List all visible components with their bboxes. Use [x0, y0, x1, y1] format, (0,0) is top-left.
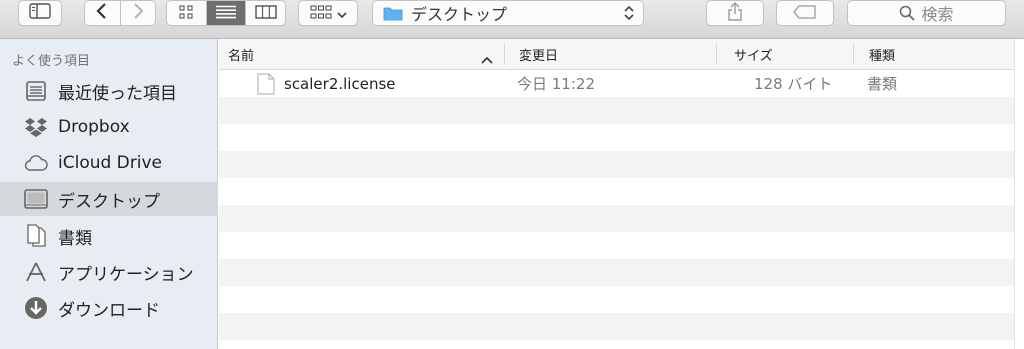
empty-row	[219, 313, 1014, 340]
sidebar-toggle-button[interactable]	[18, 0, 62, 26]
search-icon	[899, 5, 916, 21]
dropbox-icon	[23, 114, 49, 140]
sidebar: よく使う項目 最近使った項目 Dropbox iCloud Drive デスクト…	[0, 39, 218, 349]
chevron-down-icon	[336, 4, 347, 23]
icon-view-button[interactable]	[167, 1, 207, 25]
grid-icon	[179, 4, 193, 23]
empty-row	[219, 340, 1014, 349]
file-modified: 今日 11:22	[517, 75, 595, 93]
sidebar-item-label: 最近使った項目	[58, 83, 177, 104]
empty-row	[219, 205, 1014, 232]
file-kind: 書類	[867, 75, 898, 93]
empty-row	[219, 232, 1014, 259]
sidebar-item-label: iCloud Drive	[58, 153, 163, 173]
sidebar-item-label: ダウンロード	[58, 300, 160, 321]
tag-icon	[793, 4, 817, 23]
toolbar: デスクトップ 検索	[0, 0, 1024, 39]
cloud-icon	[23, 150, 49, 176]
file-name: scaler2.license	[284, 74, 396, 93]
arrange-icon	[310, 4, 332, 23]
arrange-menu-button[interactable]	[298, 0, 358, 26]
folder-icon	[383, 5, 403, 21]
empty-row	[219, 124, 1014, 151]
column-header-name-label: 名前	[228, 48, 255, 64]
location-popup[interactable]: デスクトップ	[372, 0, 644, 26]
tag-button[interactable]	[776, 0, 834, 26]
recent-items-icon	[23, 78, 49, 104]
file-size: 128 バイト	[754, 75, 833, 93]
column-header-modified[interactable]: 変更日	[519, 39, 558, 69]
list-icon	[216, 4, 236, 23]
column-header-kind[interactable]: 種類	[869, 39, 895, 69]
back-button[interactable]	[85, 1, 121, 25]
sidebar-item-label: デスクトップ	[58, 191, 160, 212]
file-list: 名前 変更日 サイズ 種類 scaler2.license 今日 11:22 1…	[219, 39, 1014, 349]
table-row[interactable]: scaler2.license 今日 11:22 128 バイト 書類	[219, 70, 1014, 97]
empty-row	[219, 286, 1014, 313]
sidebar-item-dropbox[interactable]: Dropbox	[0, 110, 218, 144]
view-mode-control	[166, 0, 286, 26]
sidebar-item-downloads[interactable]: ダウンロード	[0, 291, 218, 325]
location-label: デスクトップ	[411, 5, 508, 24]
downloads-icon	[23, 295, 49, 321]
column-header-row: 名前 変更日 サイズ 種類	[219, 39, 1014, 70]
forward-button[interactable]	[121, 1, 156, 25]
empty-row	[219, 151, 1014, 178]
list-view-button[interactable]	[206, 1, 247, 25]
desktop-icon	[23, 186, 49, 212]
column-divider[interactable]	[504, 43, 505, 65]
sidebar-toggle-icon	[29, 3, 51, 23]
empty-row	[219, 259, 1014, 286]
sort-ascending-icon	[481, 49, 493, 68]
documents-icon	[23, 223, 49, 249]
column-header-kind-label: 種類	[869, 48, 896, 64]
column-divider[interactable]	[716, 43, 717, 65]
chevron-left-icon	[96, 2, 108, 24]
up-down-chevron-icon	[623, 4, 635, 26]
column-header-modified-label: 変更日	[519, 48, 559, 64]
sidebar-section-title: よく使う項目	[12, 54, 91, 69]
sidebar-item-desktop[interactable]: デスクトップ	[0, 182, 218, 216]
document-icon	[257, 73, 275, 99]
column-header-name[interactable]: 名前	[228, 39, 254, 69]
vertical-scrollbar[interactable]	[1014, 39, 1024, 349]
column-divider[interactable]	[853, 43, 854, 65]
share-icon	[727, 1, 743, 25]
columns-icon	[255, 4, 277, 23]
empty-row	[219, 97, 1014, 124]
search-field[interactable]: 検索	[847, 0, 1006, 26]
applications-icon	[23, 259, 49, 285]
column-view-button[interactable]	[246, 1, 285, 25]
sidebar-item-documents[interactable]: 書類	[0, 219, 218, 253]
column-header-size[interactable]: サイズ	[734, 39, 773, 69]
sidebar-item-label: アプリケーション	[58, 264, 194, 285]
sidebar-item-recents[interactable]: 最近使った項目	[0, 74, 218, 108]
sidebar-item-label: Dropbox	[58, 117, 130, 137]
column-header-size-label: サイズ	[734, 48, 773, 64]
empty-row	[219, 178, 1014, 205]
search-placeholder: 検索	[921, 5, 954, 24]
share-button[interactable]	[706, 0, 764, 26]
chevron-right-icon	[132, 2, 144, 24]
sidebar-item-label: 書類	[58, 228, 92, 249]
navigation-buttons	[84, 0, 156, 26]
sidebar-item-icloud[interactable]: iCloud Drive	[0, 146, 218, 180]
sidebar-item-applications[interactable]: アプリケーション	[0, 255, 218, 289]
